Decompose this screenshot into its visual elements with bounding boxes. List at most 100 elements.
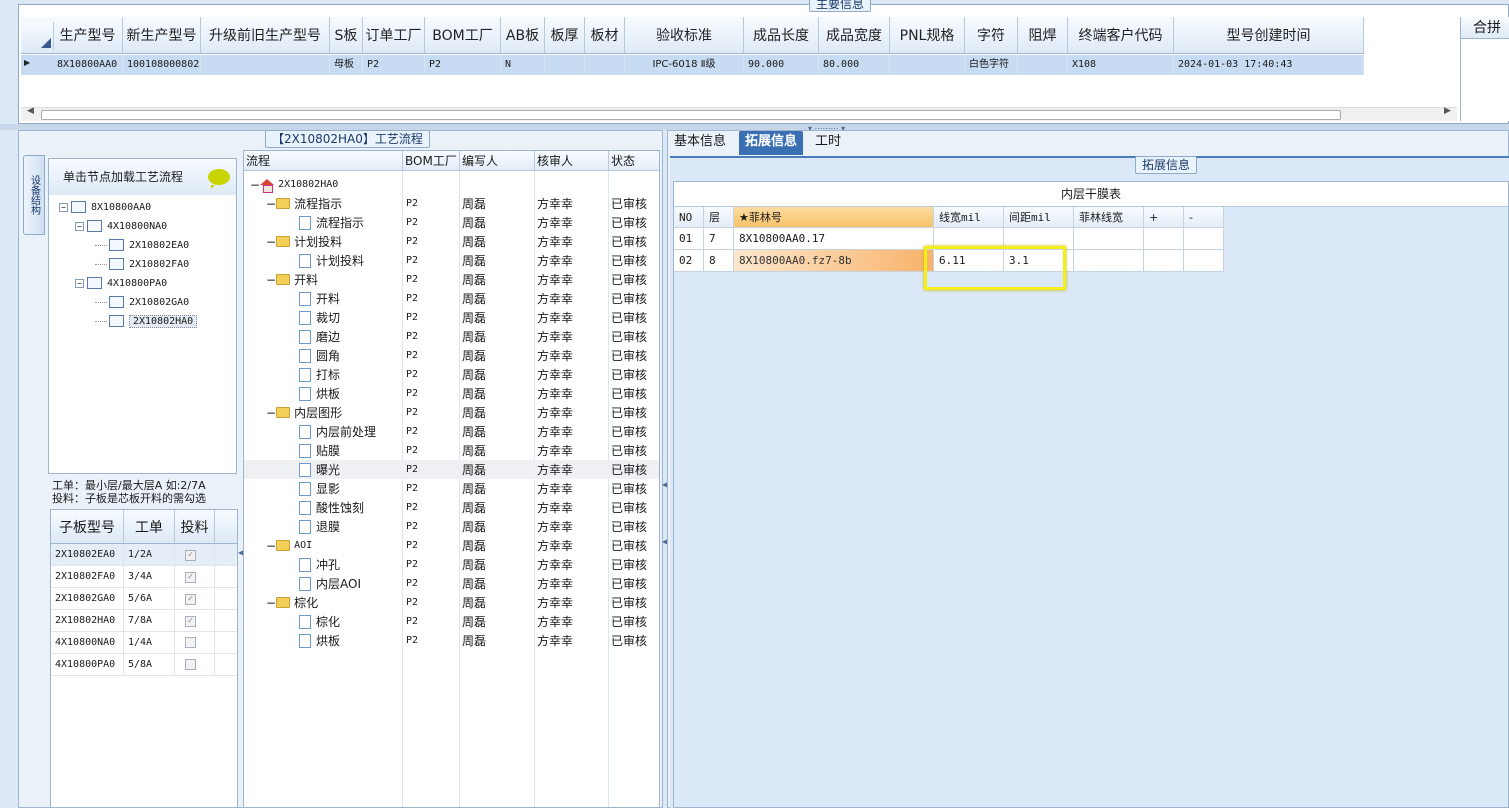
main-col-header[interactable]: 成品长度: [744, 17, 819, 53]
tree-node[interactable]: − 4X10800NA0: [75, 218, 167, 234]
inner-cell[interactable]: 8X10800AA0.17: [734, 228, 934, 250]
inner-cell[interactable]: 01: [674, 228, 704, 250]
horizontal-scrollbar[interactable]: [21, 107, 1457, 121]
feed-checkbox[interactable]: ✓: [185, 572, 196, 583]
process-row[interactable]: 计划投料 P2 周磊 方幸幸 已审核: [244, 251, 659, 270]
main-col-header[interactable]: 板厚: [545, 17, 585, 53]
tree-node[interactable]: 2X10802EA0: [95, 237, 189, 253]
process-row[interactable]: − AOI P2 周磊 方幸幸 已审核: [244, 536, 659, 555]
process-row[interactable]: 开料 P2 周磊 方幸幸 已审核: [244, 289, 659, 308]
inner-cell[interactable]: [1074, 250, 1144, 272]
tree-node[interactable]: 2X10802HA0: [95, 313, 198, 329]
collapse-icon[interactable]: −: [250, 178, 260, 192]
sub-order-cell[interactable]: 5/8A: [124, 654, 175, 675]
main-cell[interactable]: N: [501, 55, 545, 75]
tab-basic-info[interactable]: 基本信息: [668, 131, 732, 155]
inner-cell[interactable]: 7: [704, 228, 734, 250]
process-row[interactable]: 内层AOI P2 周磊 方幸幸 已审核: [244, 574, 659, 593]
inner-cell[interactable]: 8X10800AA0.fz7-8b: [734, 250, 934, 272]
inner-col-header[interactable]: -: [1184, 207, 1224, 228]
main-col-header[interactable]: 阻焊: [1018, 17, 1068, 53]
scroll-left-icon[interactable]: ◀: [27, 106, 34, 116]
main-cell[interactable]: [201, 55, 330, 75]
sub-order-cell[interactable]: 7/8A: [124, 610, 175, 631]
process-row[interactable]: − 计划投料 P2 周磊 方幸幸 已审核: [244, 232, 659, 251]
inner-col-header[interactable]: 间距mil: [1004, 207, 1074, 228]
main-col-header[interactable]: 订单工厂: [363, 17, 425, 53]
main-cell[interactable]: [585, 55, 625, 75]
process-row[interactable]: − 内层图形 P2 周磊 方幸幸 已审核: [244, 403, 659, 422]
main-col-header[interactable]: S板: [330, 17, 363, 53]
sub-order-cell[interactable]: 1/2A: [124, 544, 175, 565]
collapse-icon[interactable]: −: [266, 235, 276, 249]
main-col-header[interactable]: AB板: [501, 17, 545, 53]
device-structure-tab[interactable]: 设备结构: [23, 155, 45, 235]
process-row[interactable]: 打标 P2 周磊 方幸幸 已审核: [244, 365, 659, 384]
main-cell[interactable]: [545, 55, 585, 75]
sub-grid-row[interactable]: 4X10800NA0 1/4A: [51, 632, 237, 654]
main-cell[interactable]: 90.000: [744, 55, 819, 75]
process-row[interactable]: 酸性蚀刻 P2 周磊 方幸幸 已审核: [244, 498, 659, 517]
collapse-icon[interactable]: −: [266, 406, 276, 420]
sub-model-cell[interactable]: 4X10800NA0: [51, 632, 124, 653]
process-row[interactable]: 贴膜 P2 周磊 方幸幸 已审核: [244, 441, 659, 460]
inner-cell[interactable]: [1144, 250, 1184, 272]
collapse-icon[interactable]: −: [266, 197, 276, 211]
process-row[interactable]: − 棕化 P2 周磊 方幸幸 已审核: [244, 593, 659, 612]
sub-model-cell[interactable]: 2X10802FA0: [51, 566, 124, 587]
main-cell[interactable]: 白色字符: [965, 55, 1018, 75]
main-col-header[interactable]: 生产型号: [53, 17, 123, 53]
process-row[interactable]: − 流程指示 P2 周磊 方幸幸 已审核: [244, 194, 659, 213]
main-cell[interactable]: [890, 55, 965, 75]
main-cell[interactable]: 母板: [330, 55, 363, 75]
scrollbar-thumb[interactable]: [41, 110, 1341, 120]
sub-model-cell[interactable]: 2X10802HA0: [51, 610, 124, 631]
process-row[interactable]: 烘板 P2 周磊 方幸幸 已审核: [244, 384, 659, 403]
inner-col-header[interactable]: ★菲林号: [734, 207, 934, 228]
main-col-header[interactable]: 验收标准: [625, 17, 744, 53]
sub-grid-row[interactable]: 4X10800PA0 5/8A: [51, 654, 237, 676]
main-cell[interactable]: [1018, 55, 1068, 75]
collapse-icon[interactable]: −: [266, 596, 276, 610]
main-col-header[interactable]: 升级前旧生产型号: [201, 17, 330, 53]
feed-checkbox[interactable]: ✓: [185, 616, 196, 627]
process-row[interactable]: 棕化 P2 周磊 方幸幸 已审核: [244, 612, 659, 631]
collapse-icon[interactable]: −: [75, 221, 84, 231]
inner-cell[interactable]: 8: [704, 250, 734, 272]
process-row[interactable]: 内层前处理 P2 周磊 方幸幸 已审核: [244, 422, 659, 441]
feed-checkbox[interactable]: ✓: [185, 594, 196, 605]
sub-model-cell[interactable]: 4X10800PA0: [51, 654, 124, 675]
main-col-header[interactable]: 成品宽度: [819, 17, 890, 53]
scroll-right-icon[interactable]: ▶: [1444, 106, 1451, 116]
tree-node[interactable]: 2X10802GA0: [95, 294, 189, 310]
main-col-header[interactable]: 板材: [585, 17, 625, 53]
main-cell[interactable]: P2: [425, 55, 501, 75]
process-row[interactable]: − 开料 P2 周磊 方幸幸 已审核: [244, 270, 659, 289]
process-row[interactable]: 圆角 P2 周磊 方幸幸 已审核: [244, 346, 659, 365]
feed-checkbox[interactable]: ✓: [185, 550, 196, 561]
tab-work-hours[interactable]: 工时: [809, 131, 847, 155]
sub-order-cell[interactable]: 1/4A: [124, 632, 175, 653]
sub-grid-row[interactable]: 2X10802EA0 1/2A ✓: [51, 544, 237, 566]
chat-bubble-icon[interactable]: [208, 169, 230, 189]
process-row[interactable]: 裁切 P2 周磊 方幸幸 已审核: [244, 308, 659, 327]
tree-node[interactable]: 2X10802FA0: [95, 256, 189, 272]
sub-grid-row[interactable]: 2X10802GA0 5/6A ✓: [51, 588, 237, 610]
inner-cell[interactable]: [1184, 228, 1224, 250]
process-row[interactable]: 退膜 P2 周磊 方幸幸 已审核: [244, 517, 659, 536]
main-cell[interactable]: 8X10800AA0: [53, 55, 123, 75]
main-col-header[interactable]: PNL规格: [890, 17, 965, 53]
tree-node[interactable]: − 4X10800PA0: [75, 275, 167, 291]
inner-col-header[interactable]: +: [1144, 207, 1184, 228]
inner-cell[interactable]: 02: [674, 250, 704, 272]
main-grid-row[interactable]: 8X10800AA010010800080255母板P2P2NIPC-6018 …: [21, 55, 1364, 75]
collapse-icon[interactable]: −: [266, 273, 276, 287]
main-col-header[interactable]: BOM工厂: [425, 17, 501, 53]
main-cell[interactable]: IPC-6018 Ⅱ级: [625, 55, 744, 75]
sub-grid-row[interactable]: 2X10802FA0 3/4A ✓: [51, 566, 237, 588]
sub-grid-row[interactable]: 2X10802HA0 7/8A ✓: [51, 610, 237, 632]
collapse-icon[interactable]: −: [75, 278, 84, 288]
main-col-header[interactable]: 型号创建时间: [1174, 17, 1364, 53]
main-cell[interactable]: 10010800080255: [123, 55, 201, 75]
collapse-icon[interactable]: −: [266, 539, 276, 553]
